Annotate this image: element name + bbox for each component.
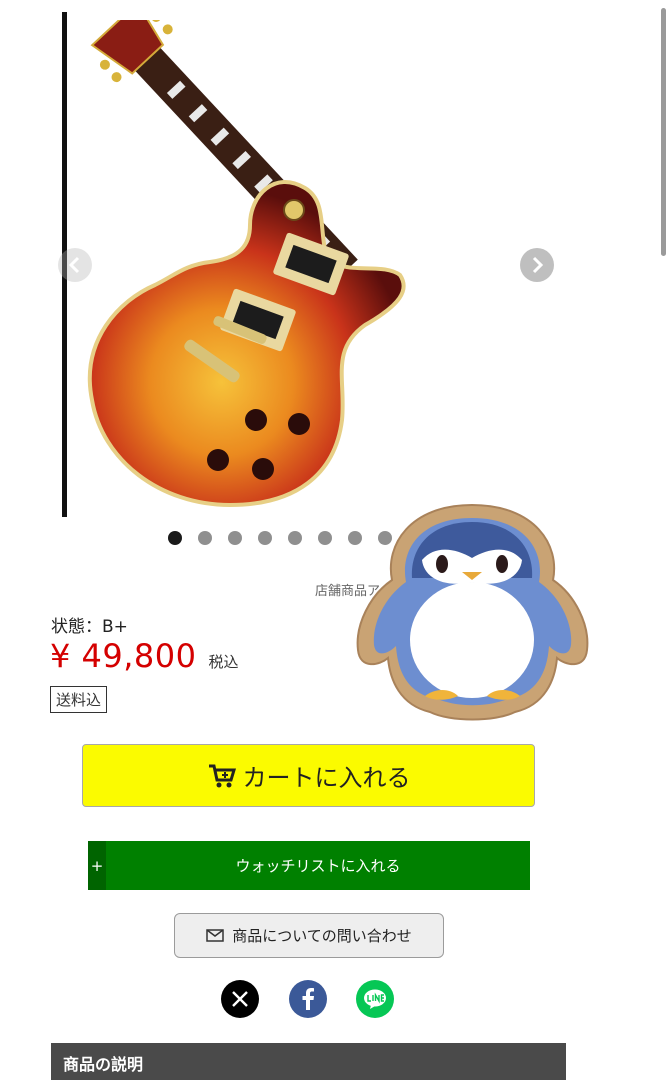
gallery-prev-button[interactable] xyxy=(58,248,92,282)
chevron-left-icon xyxy=(68,256,80,274)
price-row: ¥ 49,800 税込 xyxy=(50,637,239,675)
gallery-dot[interactable] xyxy=(198,531,212,545)
add-to-cart-button[interactable]: カートに入れる xyxy=(82,744,535,807)
tax-label: 税込 xyxy=(208,653,239,671)
gallery-dot[interactable] xyxy=(258,531,272,545)
add-to-cart-label: カートに入れる xyxy=(242,764,411,792)
cart-icon xyxy=(208,764,236,787)
plus-icon: + xyxy=(88,841,106,890)
page-scrollbar[interactable] xyxy=(661,8,666,256)
product-image[interactable] xyxy=(80,20,560,515)
gallery-dot[interactable] xyxy=(318,531,332,545)
product-gallery[interactable] xyxy=(0,0,671,525)
facebook-icon xyxy=(302,988,314,1010)
product-inquiry-button[interactable]: 商品についての問い合わせ xyxy=(174,913,444,958)
description-header: 商品の説明 xyxy=(51,1043,566,1080)
mail-icon xyxy=(206,929,224,942)
product-inquiry-label: 商品についての問い合わせ xyxy=(232,927,412,945)
line-icon xyxy=(364,989,386,1009)
share-facebook-button[interactable] xyxy=(289,980,327,1018)
penguin-sticker xyxy=(356,503,589,721)
gallery-dot[interactable] xyxy=(288,531,302,545)
chevron-right-icon xyxy=(532,256,544,274)
x-logo-icon xyxy=(232,991,248,1007)
add-to-watchlist-button[interactable]: + ウォッチリストに入れる xyxy=(88,841,530,890)
shipping-badge: 送料込 xyxy=(50,686,108,713)
share-line-button[interactable] xyxy=(356,980,394,1018)
condition-label: 状態：B+ xyxy=(51,617,128,637)
price-value: ¥ 49,800 xyxy=(50,637,197,675)
gallery-next-button[interactable] xyxy=(520,248,554,282)
gallery-dot[interactable] xyxy=(168,531,182,545)
share-x-button[interactable] xyxy=(221,980,259,1018)
add-to-watchlist-label: ウォッチリストに入れる xyxy=(235,857,401,875)
gallery-dot[interactable] xyxy=(228,531,242,545)
